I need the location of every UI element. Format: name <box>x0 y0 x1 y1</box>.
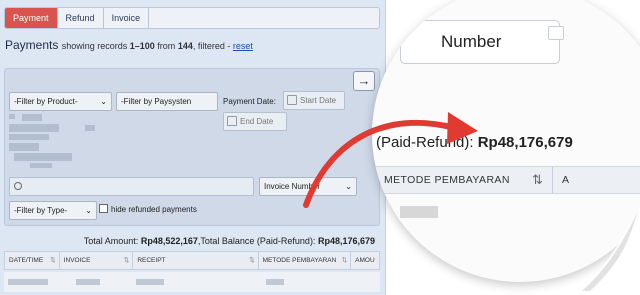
screenshot-stage: Payment Refund Invoice Payments showing … <box>0 0 640 295</box>
curved-arrow-icon <box>303 112 478 208</box>
